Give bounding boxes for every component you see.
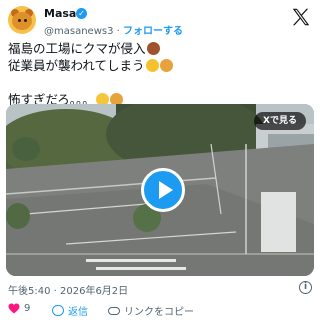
heart-icon <box>8 303 20 314</box>
watch-on-x-button[interactable]: Xで見る <box>254 112 306 130</box>
tweet-line-1-text: 福島の工場にクマが侵入 <box>8 41 146 56</box>
bear-emoji-icon <box>146 42 160 55</box>
tweet-line-1: 福島の工場にクマが侵入 <box>8 40 308 57</box>
play-icon[interactable] <box>141 168 185 212</box>
tweet-text: 福島の工場にクマが侵入 従業員が襲われてしまう 怖すぎだろ。。。 <box>8 40 308 108</box>
reply-label: 返信 <box>68 307 88 318</box>
user-handle[interactable]: @masanews3 <box>44 26 113 37</box>
follow-button[interactable]: フォローする <box>123 26 183 37</box>
display-name[interactable]: Masa <box>44 7 76 20</box>
info-icon[interactable]: i <box>299 281 312 294</box>
copy-link-label: リンクをコピー <box>124 307 194 318</box>
avatar-eye-left <box>18 19 21 22</box>
text-spacer <box>8 74 308 91</box>
x-logo-icon[interactable] <box>290 6 312 28</box>
lion-emoji-icon <box>159 59 173 72</box>
avatar-eye-right <box>24 19 27 22</box>
scream-emoji-icon <box>145 59 159 72</box>
bear-avatar-icon <box>12 12 32 30</box>
verified-badge-icon: ✓ <box>76 8 87 19</box>
like-button[interactable]: 9 <box>8 303 30 314</box>
reply-bubble-icon <box>52 305 64 316</box>
link-icon <box>108 306 120 315</box>
tweet-header: Masa ✓ @masanews3 · フォローする <box>8 6 312 37</box>
copy-link-button[interactable]: リンクをコピー <box>108 303 194 318</box>
action-bar: 9 返信 リンクをコピー <box>8 303 312 319</box>
tweet-line-2: 従業員が襲われてしまう <box>8 57 308 74</box>
separator-dot: · <box>116 26 120 37</box>
video-thumbnail[interactable]: Xで見る <box>6 104 314 276</box>
avatar[interactable] <box>8 6 36 34</box>
like-count: 9 <box>24 303 31 314</box>
handle-row: @masanews3 · フォローする <box>44 22 183 37</box>
reply-button[interactable]: 返信 <box>52 303 88 318</box>
play-triangle <box>159 181 173 199</box>
timestamp[interactable]: 午後5:40 · 2026年6月2日 <box>8 282 128 297</box>
tweet-line-2-text: 従業員が襲われてしまう <box>8 58 145 73</box>
